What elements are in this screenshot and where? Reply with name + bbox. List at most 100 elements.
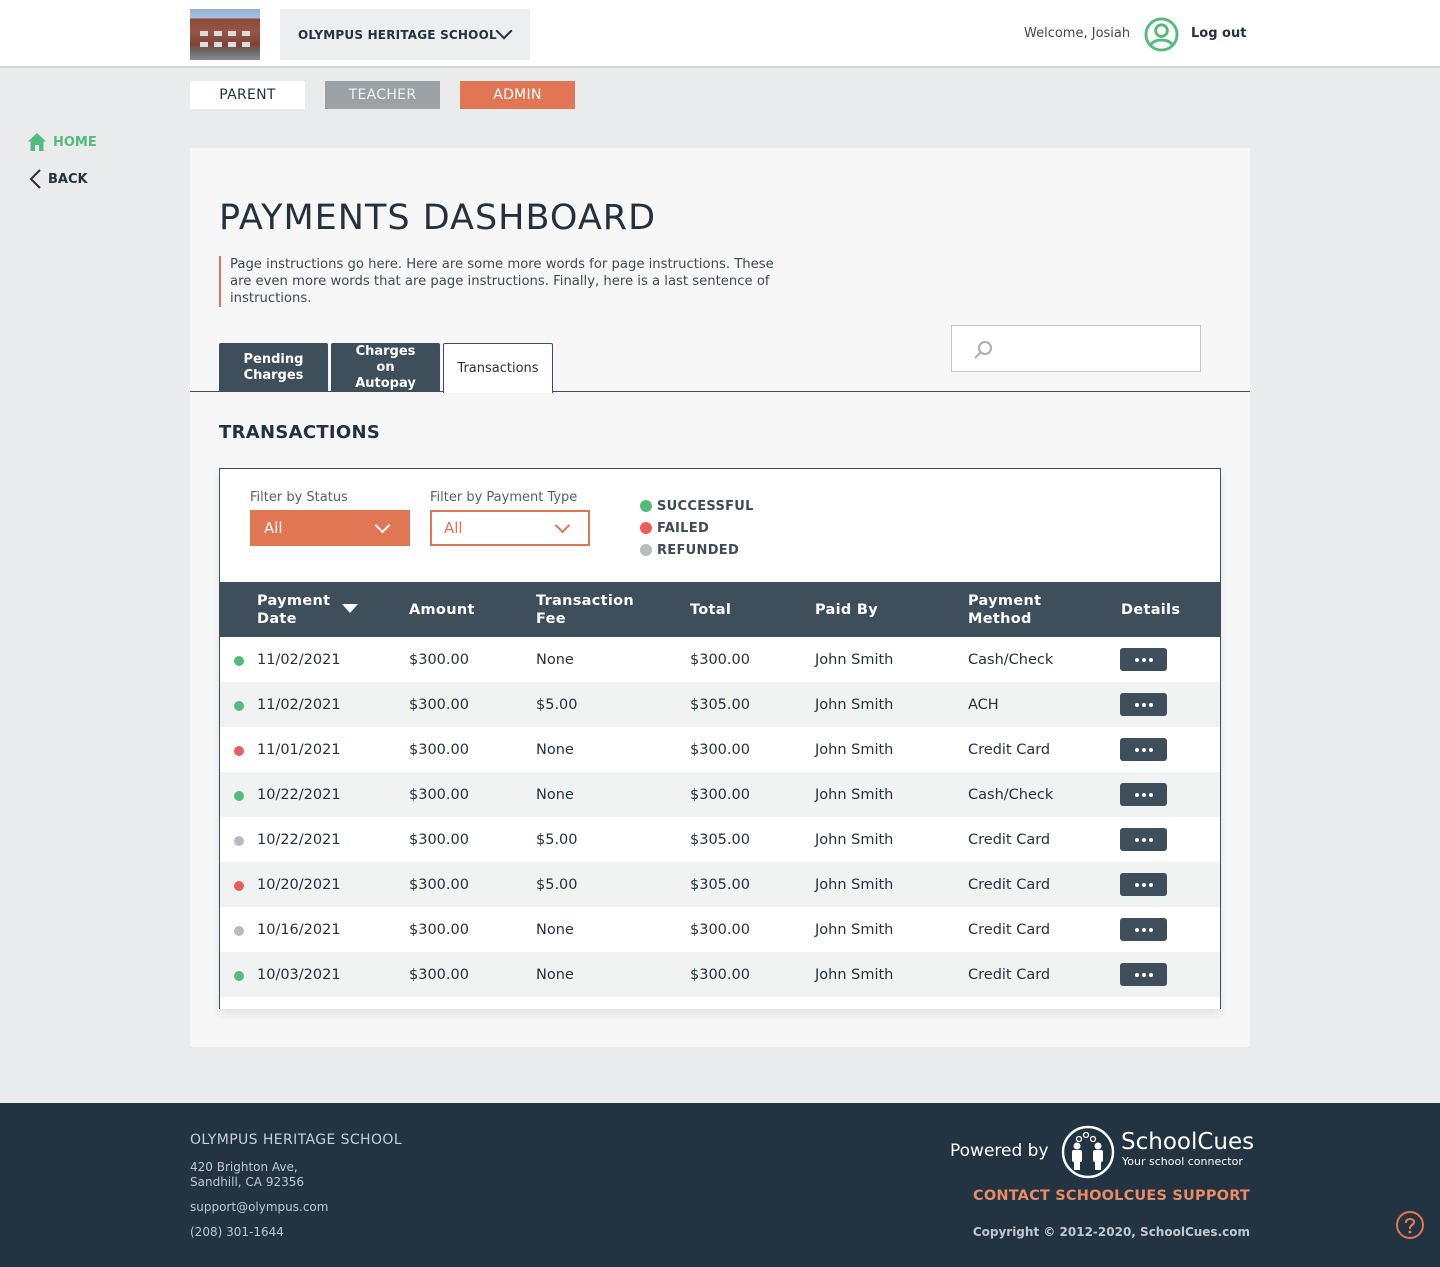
cell-amount: $300.00 (409, 876, 469, 893)
school-selector[interactable]: OLYMPUS HERITAGE SCHOOL (280, 9, 530, 60)
details-button[interactable] (1120, 693, 1167, 716)
cell-payment-date: 10/20/2021 (257, 876, 341, 893)
more-dot-icon (1141, 657, 1146, 662)
footer: OLYMPUS HERITAGE SCHOOL 420 Brighton Ave… (0, 1103, 1440, 1267)
role-tab-teacher[interactable]: TEACHER (325, 81, 440, 109)
filter-status-label: Filter by Status (250, 490, 348, 505)
status-dot-successful (234, 971, 244, 981)
cell-payment-method: Credit Card (968, 831, 1051, 848)
table-header: Payment Date Amount Transaction Fee Tota… (219, 582, 1221, 637)
table-body: 11/02/2021 $300.00 None $300.00 John Smith Ca… (220, 637, 1220, 997)
more-dot-icon (1134, 837, 1139, 842)
role-tab-parent[interactable]: PARENT (190, 81, 305, 109)
cell-paid-by: John Smith (815, 921, 894, 938)
legend-item-failed: FAILED (640, 517, 754, 539)
details-button[interactable] (1120, 963, 1167, 986)
status-legend: SUCCESSFUL FAILED REFUNDED (640, 495, 754, 561)
cell-transaction-fee: $5.00 (536, 831, 578, 848)
table-row: 10/22/2021 $300.00 $5.00 $305.00 John Smith C… (220, 817, 1220, 862)
details-button[interactable] (1120, 783, 1167, 806)
column-header-payment-date[interactable]: Payment Date (257, 582, 347, 637)
welcome-text: Welcome, Josiah (1024, 26, 1131, 41)
details-button[interactable] (1120, 873, 1167, 896)
cell-amount: $300.00 (409, 651, 469, 668)
search-field[interactable] (951, 325, 1201, 372)
details-button[interactable] (1120, 918, 1167, 941)
filter-payment-type-dropdown[interactable]: All (430, 510, 590, 546)
school-selector-label: OLYMPUS HERITAGE SCHOOL (298, 27, 497, 42)
footer-phone: (208) 301-1644 (190, 1225, 284, 1239)
chevron-down-icon (374, 517, 391, 534)
cell-payment-date: 10/03/2021 (257, 966, 341, 983)
more-dot-icon (1134, 747, 1139, 752)
tab-pending-charges[interactable]: Pending Charges (219, 343, 328, 392)
cell-paid-by: John Smith (815, 651, 894, 668)
more-dot-icon (1134, 657, 1139, 662)
status-dot-refunded (234, 926, 244, 936)
cell-payment-method: Credit Card (968, 876, 1051, 893)
column-header-details: Details (1121, 601, 1181, 618)
cell-total: $300.00 (690, 741, 750, 758)
chevron-down-icon (554, 517, 571, 534)
status-dot-successful (234, 791, 244, 801)
filter-status-dropdown[interactable]: All (250, 510, 410, 546)
school-photo (190, 9, 260, 60)
column-header-total[interactable]: Total (690, 582, 731, 637)
status-dot-failed (234, 746, 244, 756)
table-row: 10/16/2021 $300.00 None $300.00 John Smith Cr… (220, 907, 1220, 952)
column-header-payment-method[interactable]: Payment Method (968, 582, 1058, 637)
details-button[interactable] (1120, 828, 1167, 851)
cell-payment-date: 10/16/2021 (257, 921, 341, 938)
cell-payment-date: 11/01/2021 (257, 741, 341, 758)
table-row: 11/02/2021 $300.00 $5.00 $305.00 John Smith A… (220, 682, 1220, 727)
footer-address-line1: 420 Brighton Ave, (190, 1160, 298, 1174)
column-header-transaction-fee[interactable]: Transaction Fee (536, 582, 646, 637)
top-header: OLYMPUS HERITAGE SCHOOL Welcome, Josiah … (0, 0, 1440, 68)
cell-total: $305.00 (690, 696, 750, 713)
cell-amount: $300.00 (409, 696, 469, 713)
cell-amount: $300.00 (409, 831, 469, 848)
details-button[interactable] (1120, 648, 1167, 671)
cell-paid-by: John Smith (815, 696, 894, 713)
search-input[interactable] (1002, 336, 1192, 362)
sort-descending-icon[interactable] (342, 604, 358, 613)
tab-transactions[interactable]: Transactions (443, 343, 553, 393)
cell-transaction-fee: $5.00 (536, 876, 578, 893)
filter-status-value: All (264, 519, 283, 537)
cell-payment-method: Cash/Check (968, 651, 1054, 668)
more-dot-icon (1141, 792, 1146, 797)
table-row: 10/03/2021 $300.00 None $300.00 John Smith Cr… (220, 952, 1220, 997)
contact-support-link[interactable]: CONTACT SCHOOLCUES SUPPORT (973, 1188, 1250, 1204)
footer-school-name: OLYMPUS HERITAGE SCHOOL (190, 1132, 403, 1148)
table-row: 10/20/2021 $300.00 $5.00 $305.00 John Smith C… (220, 862, 1220, 907)
status-dot-refunded (234, 836, 244, 846)
back-link[interactable]: BACK (28, 168, 88, 190)
more-dot-icon (1148, 792, 1153, 797)
legend-item-refunded: REFUNDED (640, 539, 754, 561)
transactions-panel: Filter by Status Filter by Payment Type … (219, 468, 1221, 1009)
home-link[interactable]: HOME (27, 132, 97, 152)
role-tab-admin[interactable]: ADMIN (460, 81, 575, 109)
details-button[interactable] (1120, 738, 1167, 761)
legend-dot-failed (640, 522, 652, 534)
cell-amount: $300.00 (409, 966, 469, 983)
home-icon (28, 133, 46, 151)
cell-paid-by: John Smith (815, 786, 894, 803)
logout-link[interactable]: Log out (1191, 26, 1246, 41)
more-dot-icon (1148, 972, 1153, 977)
filter-payment-type-value: All (444, 519, 463, 537)
user-avatar-icon[interactable] (1144, 17, 1179, 52)
footer-email-link[interactable]: support@olympus.com (190, 1200, 328, 1214)
chevron-left-icon (29, 169, 41, 189)
cell-transaction-fee: None (536, 741, 574, 758)
help-icon[interactable] (1395, 1210, 1425, 1240)
legend-item-successful: SUCCESSFUL (640, 495, 754, 517)
column-header-amount[interactable]: Amount (409, 582, 475, 637)
legend-label: REFUNDED (657, 542, 740, 558)
cell-total: $305.00 (690, 831, 750, 848)
page-title: PAYMENTS DASHBOARD (219, 198, 657, 238)
tab-charges-on-autopay[interactable]: Charges on Autopay (331, 343, 440, 392)
status-dot-successful (234, 656, 244, 666)
column-header-paid-by[interactable]: Paid By (815, 582, 878, 637)
cell-transaction-fee: None (536, 651, 574, 668)
